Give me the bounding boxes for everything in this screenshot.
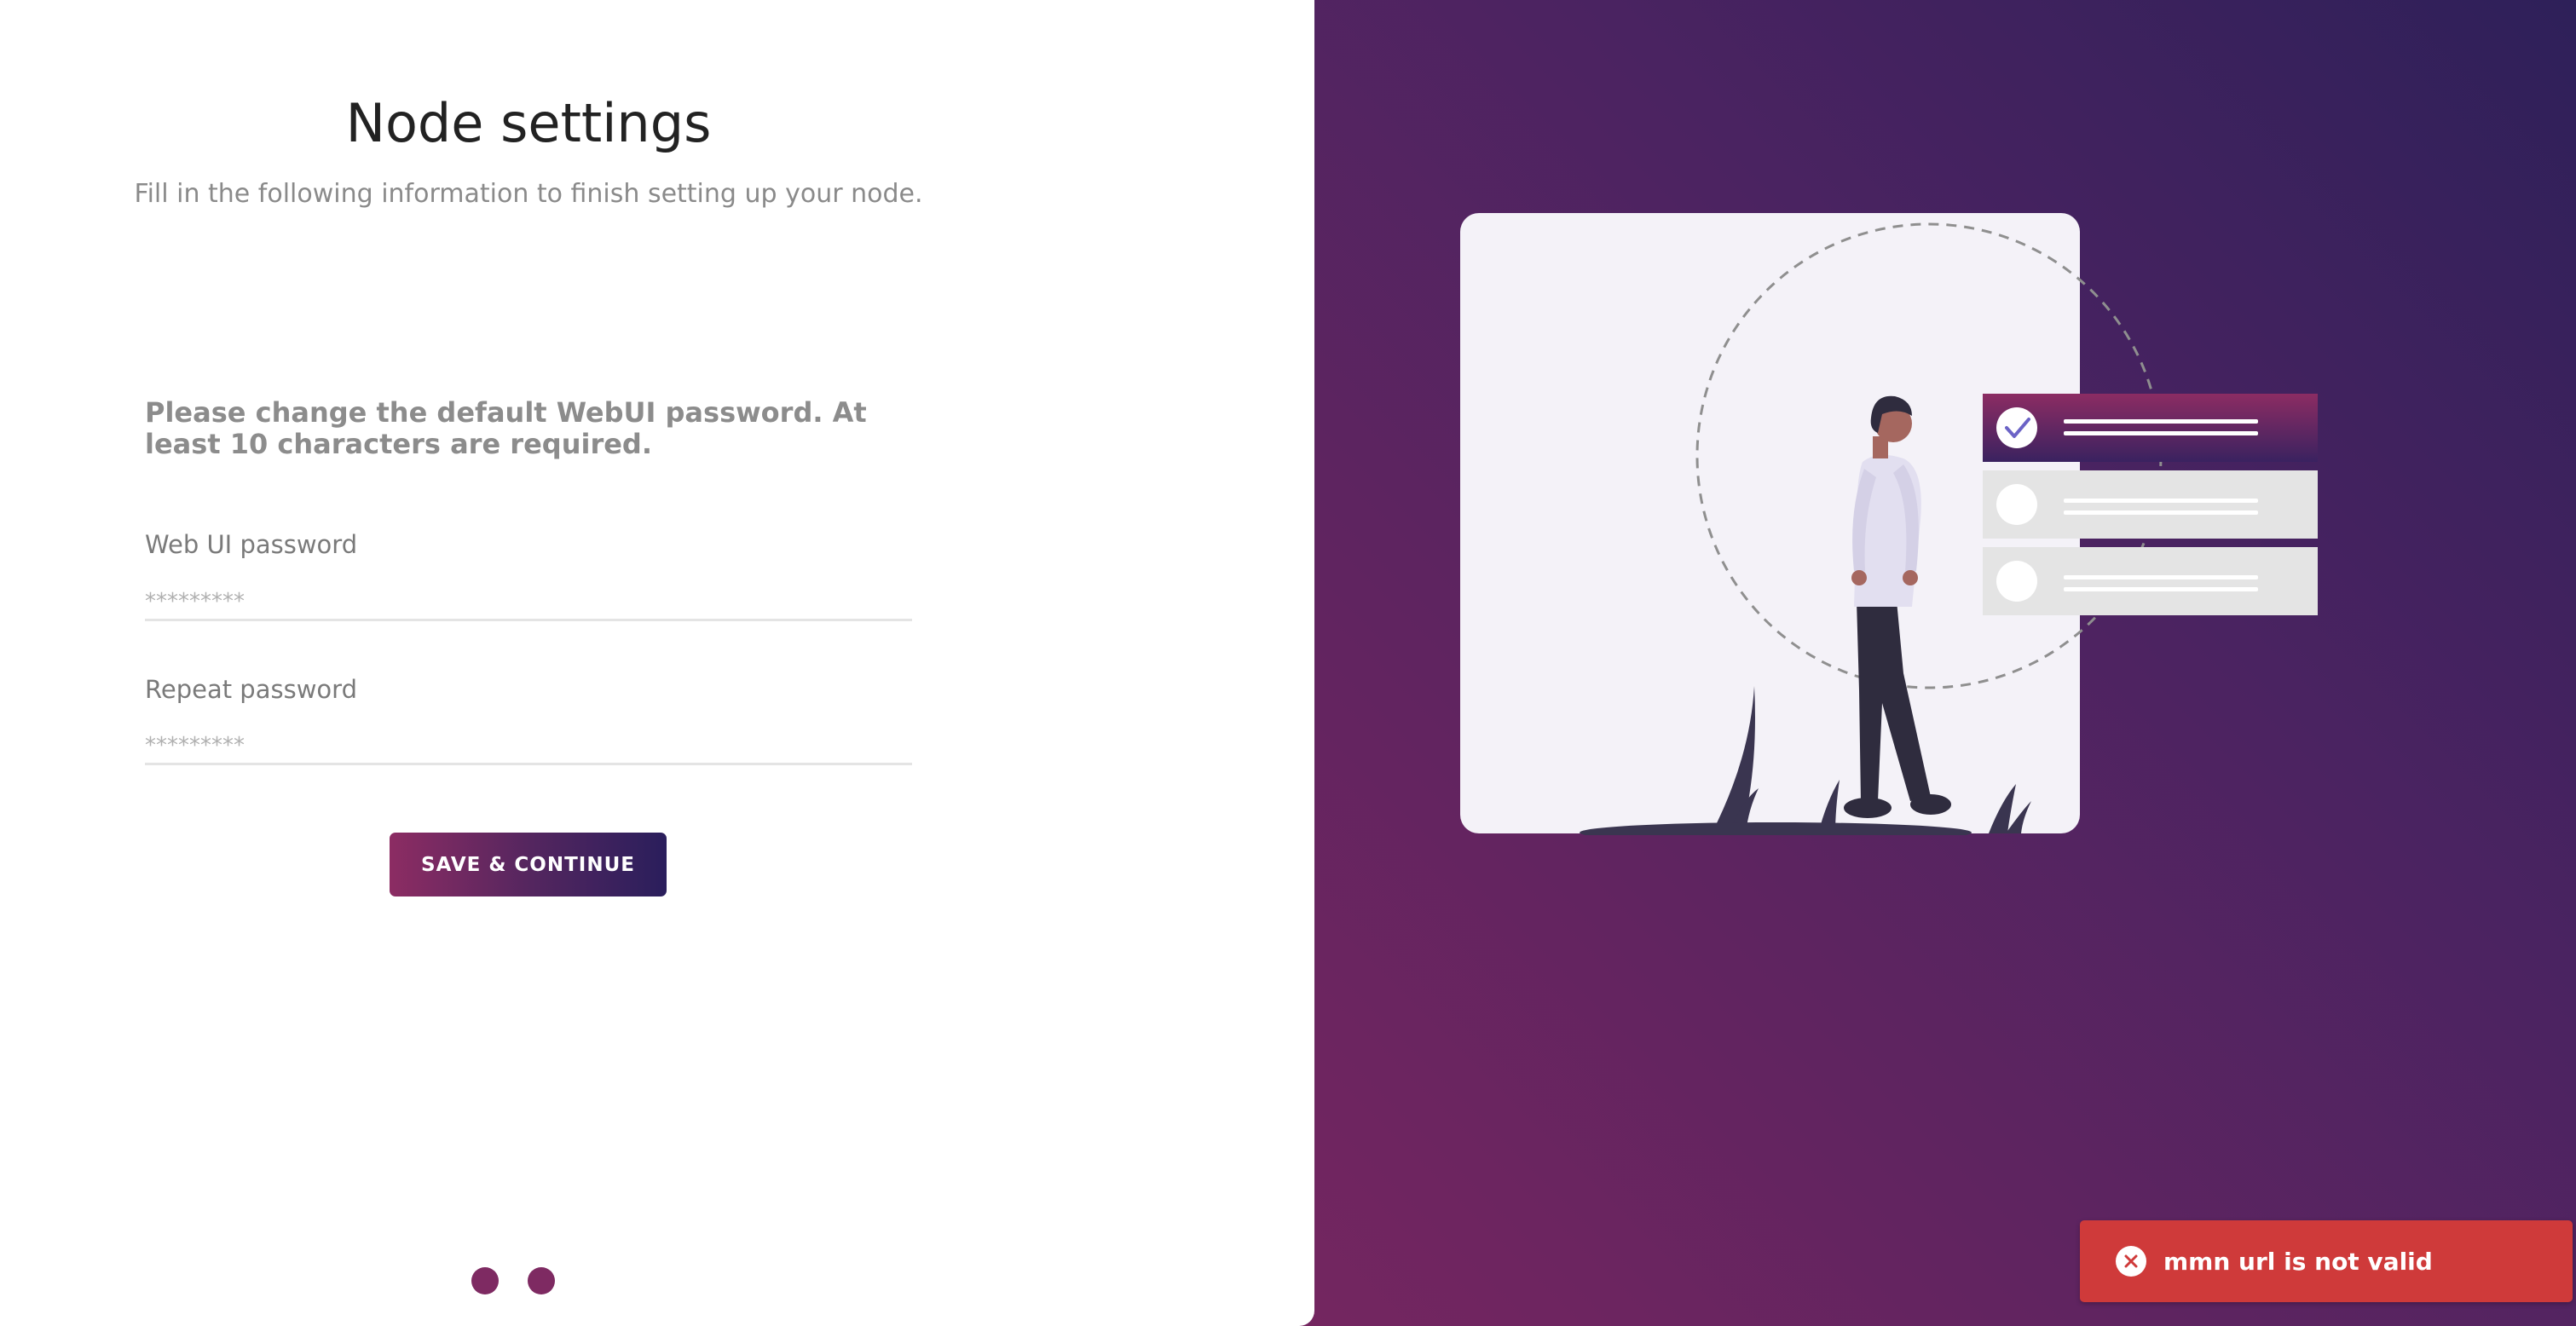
checklist xyxy=(1983,394,2318,615)
repeat-password-input[interactable] xyxy=(145,729,912,765)
error-toast: mmn url is not valid xyxy=(2080,1220,2573,1302)
settings-panel: Node settings Fill in the following info… xyxy=(0,0,1314,1326)
person-checklist-illustration xyxy=(1460,213,2318,835)
step-dot-2[interactable] xyxy=(528,1267,555,1294)
unchecked-circle-icon xyxy=(1996,484,2037,525)
page-subtitle: Fill in the following information to fin… xyxy=(134,179,923,209)
step-dot-1[interactable] xyxy=(471,1267,499,1294)
repeat-password-label: Repeat password xyxy=(145,675,357,704)
toast-message: mmn url is not valid xyxy=(2163,1247,2433,1276)
check-icon xyxy=(1996,407,2037,448)
close-circle-icon[interactable] xyxy=(2116,1246,2146,1277)
password-notice: Please change the default WebUI password… xyxy=(145,396,867,460)
page-title: Node settings xyxy=(345,92,712,154)
onboarding-page: Node settings Fill in the following info… xyxy=(0,0,2576,1326)
unchecked-circle-icon xyxy=(1996,561,2037,602)
save-continue-button[interactable]: SAVE & CONTINUE xyxy=(390,833,667,896)
password-label: Web UI password xyxy=(145,530,358,559)
password-input[interactable] xyxy=(145,585,912,621)
